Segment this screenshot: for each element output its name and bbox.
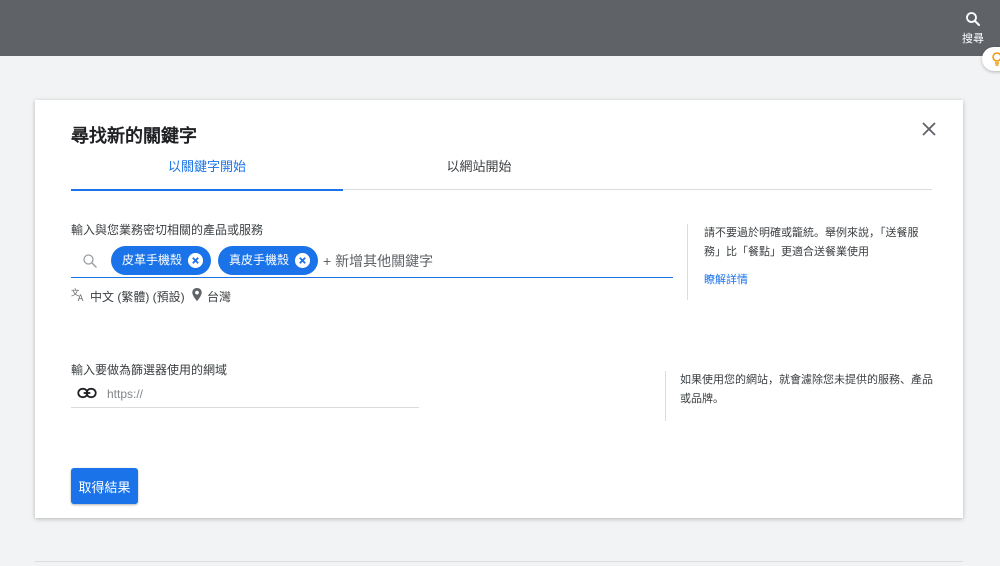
- domain-url-input[interactable]: [107, 384, 407, 404]
- tab-start-with-website[interactable]: 以網站開始: [343, 148, 615, 190]
- domain-section-label: 輸入要做為篩選器使用的網域: [71, 363, 228, 377]
- learn-more-link[interactable]: 瞭解詳情: [704, 271, 927, 290]
- tab-start-with-keywords[interactable]: 以關鍵字開始: [71, 148, 343, 191]
- find-keywords-dialog: 尋找新的關鍵字 以關鍵字開始 以網站開始 輸入與您業務密切相關的產品或服務 皮革…: [35, 100, 963, 518]
- search-button-label: 搜尋: [962, 33, 984, 45]
- translate-icon: 文A: [71, 287, 84, 302]
- tab-bar: 以關鍵字開始 以網站開始: [71, 148, 932, 191]
- location-selector[interactable]: 台灣: [207, 288, 231, 305]
- svg-text:A: A: [78, 293, 84, 302]
- keywords-section-label: 輸入與您業務密切相關的產品或服務: [71, 223, 264, 237]
- remove-chip-icon[interactable]: [188, 253, 203, 268]
- top-bar: 搜尋: [0, 0, 1000, 56]
- search-button[interactable]: 搜尋: [960, 10, 986, 46]
- add-keyword-input[interactable]: [323, 249, 663, 273]
- language-selector[interactable]: 中文 (繁體) (預設): [90, 288, 185, 305]
- location-pin-icon: [192, 287, 202, 302]
- search-icon: [966, 12, 980, 26]
- keyword-chip[interactable]: 皮革手機殼: [111, 246, 211, 275]
- keyword-help-panel: 請不要過於明確或籠統。舉例來說，「送餐服務」比「餐點」更適合送餐業使用 瞭解詳情: [687, 224, 927, 300]
- remove-chip-icon[interactable]: [295, 253, 310, 268]
- keyword-chip[interactable]: 真皮手機殼: [218, 246, 318, 275]
- keyword-chip-label: 皮革手機殼: [122, 253, 183, 267]
- keyword-help-text: 請不要過於明確或籠統。舉例來說，「送餐服務」比「餐點」更適合送餐業使用: [704, 227, 919, 258]
- keyword-input-row: 皮革手機殼 真皮手機殼: [71, 244, 673, 278]
- domain-input-row: [71, 380, 419, 408]
- divider: [35, 561, 963, 562]
- domain-help-text: 如果使用您的網站，就會濾除您未提供的服務、產品或品牌。: [665, 371, 935, 421]
- get-results-button[interactable]: 取得結果: [71, 468, 138, 504]
- link-icon: [77, 387, 97, 399]
- close-icon[interactable]: [919, 119, 939, 139]
- lightbulb-icon: [992, 52, 1000, 66]
- search-icon: [83, 254, 97, 268]
- keyword-chip-label: 真皮手機殼: [229, 253, 290, 267]
- side-panel-tab[interactable]: [982, 47, 1000, 71]
- dialog-title: 尋找新的關鍵字: [71, 126, 197, 146]
